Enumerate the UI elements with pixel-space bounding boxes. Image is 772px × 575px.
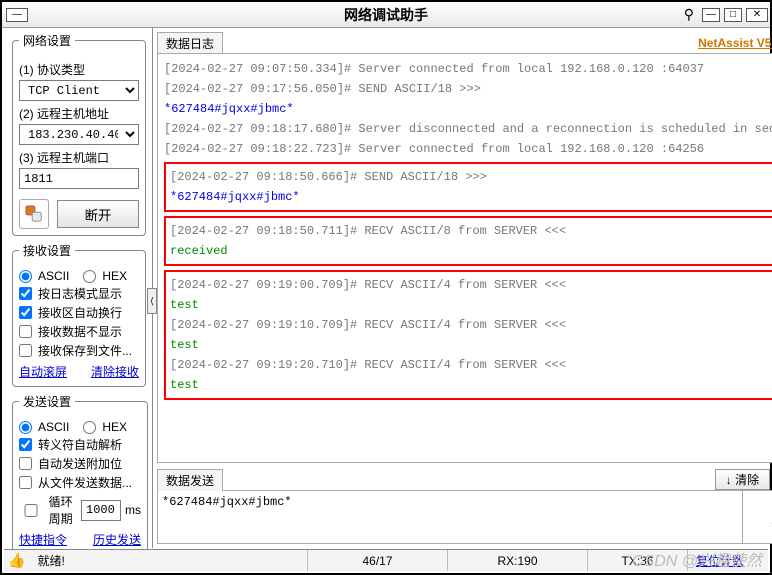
quick-cmd-link[interactable]: 快捷指令 [19,531,67,548]
send-hex-radio[interactable] [83,421,96,434]
log-line: [2024-02-27 09:19:20.710]# RECV ASCII/4 … [170,356,772,374]
recv-hex-radio[interactable] [83,270,96,283]
loop-period-check[interactable] [19,504,43,517]
log-line: [2024-02-27 09:18:50.666]# SEND ASCII/18… [170,168,772,186]
clear-recv-link[interactable]: 清除接收 [91,363,139,380]
remote-port-label: (3) 远程主机端口 [19,149,139,166]
send-from-file-check[interactable] [19,476,32,489]
title-bar: — 网络调试助手 ⚲ — □ ✕ [2,2,770,28]
pin-icon[interactable]: ⚲ [684,6,694,23]
log-line: [2024-02-27 09:18:50.711]# RECV ASCII/8 … [170,222,772,240]
highlight-box-3: [2024-02-27 09:19:00.709]# RECV ASCII/4 … [164,270,772,400]
status-rx: RX:190 [497,554,537,568]
send-ascii-radio[interactable] [19,421,32,434]
remote-host-label: (2) 远程主机地址 [19,105,139,122]
log-line: *627484#jqxx#jbmc* [170,188,772,206]
remote-port-input[interactable] [19,168,139,189]
log-line: test [170,336,772,354]
recv-hide-check[interactable] [19,325,32,338]
protocol-label: (1) 协议类型 [19,61,139,78]
status-bar: 👍 就绪! 46/17 RX:190 TX:36 复位计数 [4,549,768,571]
send-panel-label: 数据发送 [157,469,223,491]
loop-period-input[interactable] [81,500,121,521]
send-settings-group: 发送设置 ASCII HEX 转义符自动解析 自动发送附加位 从文件发送数据..… [12,393,148,555]
network-settings-legend: 网络设置 [19,32,75,49]
window-title: 网络调试助手 [344,5,428,25]
log-line: test [170,296,772,314]
log-area: [2024-02-27 09:07:50.334]# Server connec… [157,53,772,463]
recv-log-mode-check[interactable] [19,287,32,300]
status-tx: TX:36 [621,554,653,568]
log-line: [2024-02-27 09:17:56.050]# SEND ASCII/18… [164,80,772,98]
remote-host-select[interactable]: 183.230.40.40 [19,124,139,145]
recv-save-file-check[interactable] [19,344,32,357]
send-settings-legend: 发送设置 [19,393,75,410]
connection-icon [19,199,49,229]
highlight-box-1: [2024-02-27 09:18:50.666]# SEND ASCII/18… [164,162,772,212]
brand-link[interactable]: NetAssist V5.0.10 [698,36,772,50]
send-input[interactable] [158,491,743,543]
recv-auto-wrap-check[interactable] [19,306,32,319]
recv-settings-legend: 接收设置 [19,242,75,259]
maximize-button[interactable]: □ [724,8,742,22]
log-line: test [170,376,772,394]
log-line: [2024-02-27 09:19:00.709]# RECV ASCII/4 … [170,276,772,294]
reset-count-link[interactable]: 复位计数 [696,552,744,569]
escape-parse-check[interactable] [19,438,32,451]
close-button[interactable]: ✕ [746,8,768,22]
recv-settings-group: 接收设置 ASCII HEX 按日志模式显示 接收区自动换行 接收数据不显示 接… [12,242,146,387]
ready-icon: 👍 [8,552,25,569]
system-menu-icon[interactable]: — [6,8,28,22]
log-panel-label: 数据日志 [157,32,223,54]
status-counts: 46/17 [362,554,392,568]
collapse-sidebar-button[interactable]: ⟨ [147,288,157,314]
send-button[interactable]: 发送 [743,491,772,543]
status-ready: 就绪! [37,552,64,569]
auto-scroll-link[interactable]: 自动滚屏 [19,363,67,380]
protocol-select[interactable]: TCP Client [19,80,139,101]
highlight-box-2: [2024-02-27 09:18:50.711]# RECV ASCII/8 … [164,216,772,266]
log-line: [2024-02-27 09:18:17.680]# Server discon… [164,120,772,138]
log-line: *627484#jqxx#jbmc* [164,100,772,118]
log-line: [2024-02-27 09:18:22.723]# Server connec… [164,140,772,158]
load-clear-button[interactable]: ↓ 清除 [715,469,770,490]
history-send-link[interactable]: 历史发送 [93,531,141,548]
log-line: received [170,242,772,260]
recv-ascii-radio[interactable] [19,270,32,283]
log-line: [2024-02-27 09:07:50.334]# Server connec… [164,60,772,78]
log-line: [2024-02-27 09:19:10.709]# RECV ASCII/4 … [170,316,772,334]
auto-append-check[interactable] [19,457,32,470]
disconnect-button[interactable]: 断开 [57,200,139,228]
minimize-button[interactable]: — [702,8,720,22]
network-settings-group: 网络设置 (1) 协议类型 TCP Client (2) 远程主机地址 183.… [12,32,146,236]
